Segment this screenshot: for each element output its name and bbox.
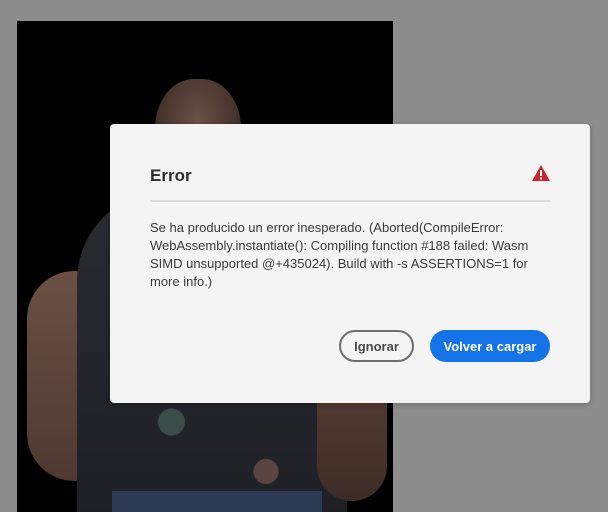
alert-triangle-icon [532, 165, 550, 181]
error-message: Se ha producido un error inesperado. (Ab… [150, 220, 529, 289]
ignore-button[interactable]: Ignorar [339, 330, 414, 362]
error-dialog: Error Se ha producido un error inesperad… [110, 124, 590, 403]
dialog-title: Error [150, 166, 192, 185]
dialog-divider [150, 200, 550, 202]
reload-button-label: Volver a cargar [443, 338, 537, 354]
ignore-button-label: Ignorar [354, 338, 399, 354]
reload-button[interactable]: Volver a cargar [430, 330, 550, 362]
photo-jeans [112, 491, 322, 512]
